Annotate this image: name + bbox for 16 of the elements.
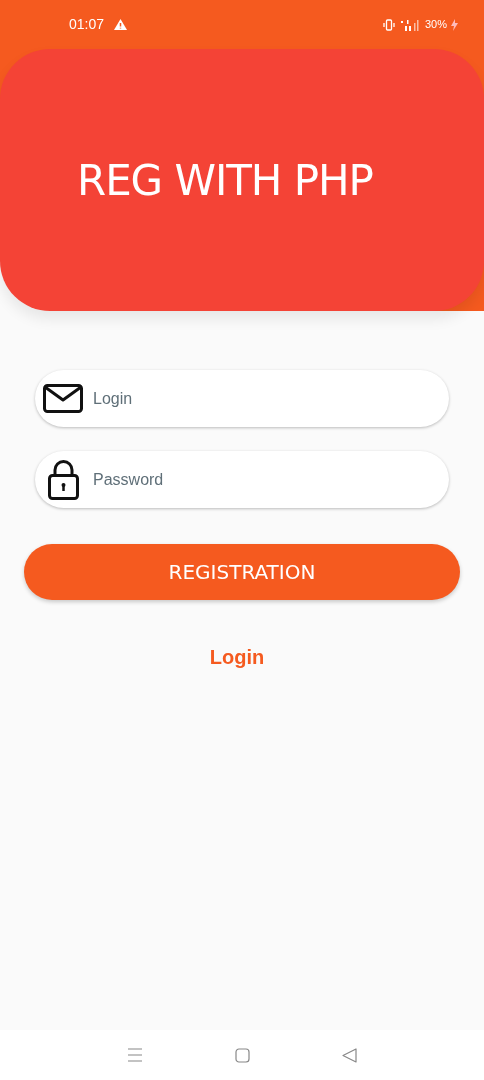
menu-icon[interactable]: [127, 1048, 143, 1062]
signal-icon: [398, 18, 421, 31]
charging-icon: [451, 18, 458, 31]
home-icon[interactable]: [235, 1047, 250, 1063]
login-link[interactable]: Login: [209, 642, 265, 672]
login-field[interactable]: Login: [35, 370, 449, 427]
password-field[interactable]: Password: [35, 451, 449, 508]
battery-percent: 30%: [424, 17, 447, 33]
status-time: 01:07: [69, 15, 105, 34]
registration-button[interactable]: REGISTRATION: [24, 544, 460, 600]
mail-icon: [43, 384, 83, 413]
warning-icon: [114, 19, 128, 30]
lock-icon: [47, 459, 79, 500]
vibrate-icon: [382, 18, 395, 31]
back-icon[interactable]: [342, 1047, 357, 1063]
app-title: REG WITH PHP: [77, 154, 373, 207]
